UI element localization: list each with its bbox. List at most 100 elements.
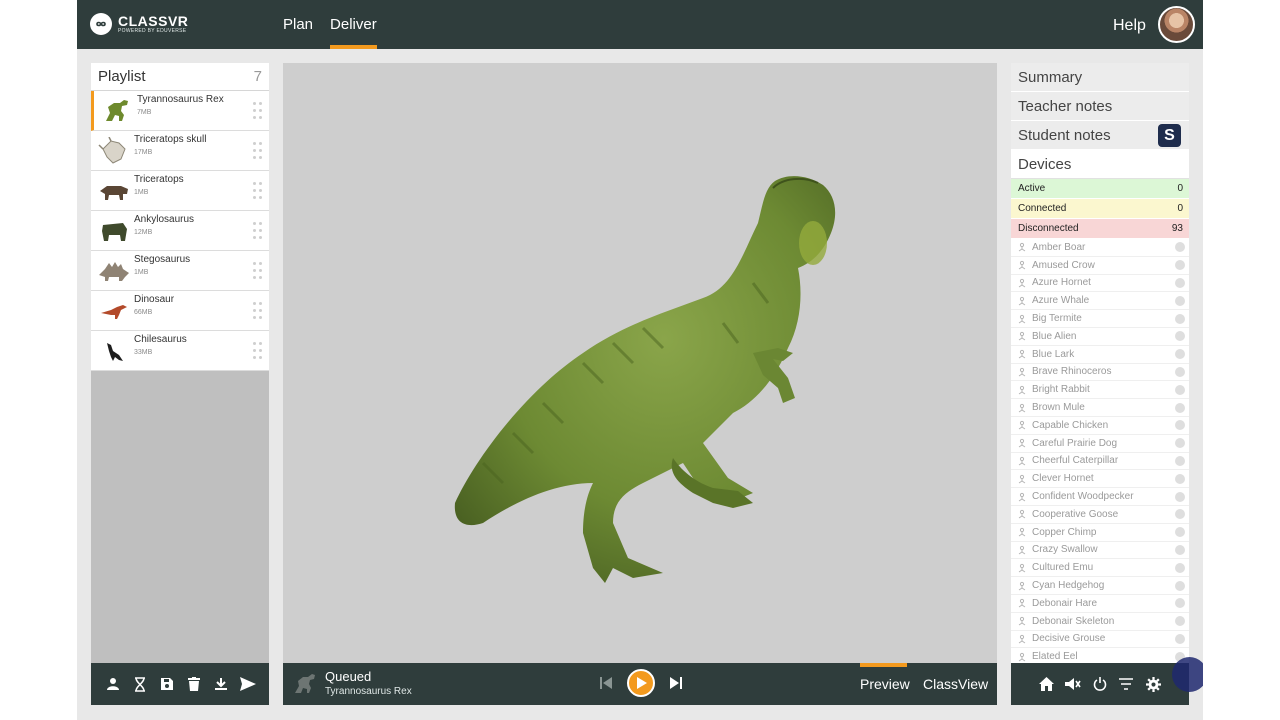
device-row[interactable]: Clever Hornet <box>1011 470 1189 489</box>
pointer-cursor-indicator <box>1172 657 1203 692</box>
device-row[interactable]: Blue Alien <box>1011 328 1189 346</box>
playlist-item[interactable]: Triceratops 1MB <box>91 171 269 211</box>
device-row[interactable]: Capable Chicken <box>1011 417 1189 435</box>
user-icon[interactable] <box>103 674 123 694</box>
drag-handle-icon[interactable] <box>253 222 263 240</box>
tab-summary[interactable]: Summary <box>1011 63 1189 92</box>
logo-brand: CLASSVR <box>118 13 189 29</box>
device-row[interactable]: Azure Whale <box>1011 292 1189 311</box>
device-name: Amber Boar <box>1032 241 1086 253</box>
playlist-item-name: Triceratops <box>134 174 184 185</box>
playlist-item[interactable]: Tyrannosaurus Rex 7MB <box>91 91 269 131</box>
hourglass-icon[interactable] <box>130 674 150 694</box>
trash-icon[interactable] <box>184 674 204 694</box>
model-viewer[interactable] <box>283 63 997 663</box>
settings-gear-icon[interactable] <box>1143 674 1163 694</box>
user-avatar[interactable] <box>1158 6 1195 43</box>
trex-3d-model[interactable] <box>283 63 997 663</box>
status-connected-label: Connected <box>1018 203 1067 214</box>
device-row[interactable]: Blue Lark <box>1011 346 1189 364</box>
power-icon[interactable] <box>1090 674 1110 694</box>
tab-devices[interactable]: Devices <box>1011 150 1189 179</box>
playlist-item-name: Tyrannosaurus Rex <box>137 94 224 105</box>
playlist-item[interactable]: Stegosaurus 1MB <box>91 251 269 291</box>
device-headset-icon <box>1018 243 1026 252</box>
nav-deliver[interactable]: Deliver <box>330 0 377 49</box>
playlist-item-size: 7MB <box>137 109 152 116</box>
classvr-logo[interactable]: CLASSVR POWERED BY EDUVERSE <box>90 13 188 35</box>
device-row[interactable]: Amber Boar <box>1011 239 1189 257</box>
help-link[interactable]: Help <box>1113 0 1146 51</box>
tab-classview[interactable]: ClassView <box>923 663 988 705</box>
nav-plan[interactable]: Plan <box>283 0 313 49</box>
play-button[interactable] <box>627 669 655 697</box>
save-icon[interactable] <box>157 674 177 694</box>
infinity-logo-icon <box>90 13 112 35</box>
playlist-header: Playlist 7 <box>91 63 269 91</box>
device-row[interactable]: Cultured Emu <box>1011 559 1189 578</box>
download-icon[interactable] <box>211 674 231 694</box>
ankylosaurus-thumbnail-icon <box>102 223 127 241</box>
playlist-item[interactable]: Triceratops skull 17MB <box>91 131 269 171</box>
mute-icon[interactable] <box>1063 674 1083 694</box>
device-name: Debonair Hare <box>1032 597 1098 609</box>
device-row[interactable]: Cyan Hedgehog <box>1011 577 1189 595</box>
device-row[interactable]: Careful Prairie Dog <box>1011 435 1189 453</box>
device-row[interactable]: Azure Hornet <box>1011 275 1189 293</box>
tab-preview[interactable]: Preview <box>860 663 910 705</box>
device-row[interactable]: Cooperative Goose <box>1011 506 1189 524</box>
playlist-panel: Playlist 7 Tyrannosaurus Rex 7MB Tricera… <box>91 63 269 663</box>
drag-handle-icon[interactable] <box>253 262 263 280</box>
device-headset-icon <box>1018 296 1026 306</box>
send-icon[interactable] <box>238 674 258 694</box>
drag-handle-icon[interactable] <box>253 102 263 120</box>
device-row[interactable]: Debonair Hare <box>1011 595 1189 613</box>
playlist-item[interactable]: Ankylosaurus 12MB <box>91 211 269 251</box>
skip-previous-icon[interactable] <box>595 672 617 694</box>
tab-student-notes[interactable]: Student notes S <box>1011 121 1189 150</box>
device-name: Bright Rabbit <box>1032 384 1090 396</box>
device-status-icon <box>1175 598 1185 609</box>
skip-next-icon[interactable] <box>665 672 687 694</box>
device-row[interactable]: Decisive Grouse <box>1011 631 1189 649</box>
playlist-item-name: Ankylosaurus <box>134 214 195 225</box>
playlist-item[interactable]: Chilesaurus 33MB <box>91 331 269 371</box>
device-row[interactable]: Elated Eel <box>1011 648 1189 663</box>
playlist-item[interactable]: Dinosaur 66MB <box>91 291 269 331</box>
device-status-icon <box>1175 491 1185 502</box>
s-app-icon[interactable]: S <box>1158 124 1181 147</box>
queued-thumbnail-icon <box>295 674 315 693</box>
home-icon[interactable] <box>1036 674 1056 694</box>
main-nav: Plan Deliver <box>283 0 394 49</box>
drag-handle-icon[interactable] <box>253 182 263 200</box>
device-row[interactable]: Brave Rhinoceros <box>1011 364 1189 382</box>
device-name: Cyan Hedgehog <box>1032 580 1105 592</box>
device-row[interactable]: Cheerful Caterpillar <box>1011 453 1189 471</box>
status-active-row[interactable]: Active 0 <box>1011 179 1189 199</box>
device-row[interactable]: Big Termite <box>1011 310 1189 328</box>
playlist-item-size: 17MB <box>134 149 153 156</box>
tab-teacher-notes[interactable]: Teacher notes <box>1011 92 1189 121</box>
device-row[interactable]: Crazy Swallow <box>1011 542 1189 560</box>
device-name: Brown Mule <box>1032 402 1085 414</box>
playlist-item-name: Dinosaur <box>134 294 175 305</box>
device-name: Capable Chicken <box>1032 419 1109 431</box>
filter-icon[interactable] <box>1116 674 1136 694</box>
status-connected-row[interactable]: Connected 0 <box>1011 199 1189 219</box>
device-row[interactable]: Copper Chimp <box>1011 524 1189 542</box>
drag-handle-icon[interactable] <box>253 342 263 360</box>
status-active-count: 0 <box>1177 183 1183 194</box>
playlist-item-size: 66MB <box>134 309 153 316</box>
device-row[interactable]: Bright Rabbit <box>1011 381 1189 400</box>
device-status-icon <box>1175 633 1185 644</box>
drag-handle-icon[interactable] <box>253 302 263 320</box>
status-disconnected-row[interactable]: Disconnected 93 <box>1011 219 1189 239</box>
device-row[interactable]: Brown Mule <box>1011 399 1189 417</box>
device-row[interactable]: Amused Crow <box>1011 257 1189 275</box>
drag-handle-icon[interactable] <box>253 142 263 160</box>
status-disconnected-count: 93 <box>1171 223 1183 234</box>
device-row[interactable]: Debonair Skeleton <box>1011 613 1189 631</box>
device-row[interactable]: Confident Woodpecker <box>1011 488 1189 506</box>
devices-toolbar <box>1011 663 1189 705</box>
device-status-icon <box>1175 242 1185 253</box>
